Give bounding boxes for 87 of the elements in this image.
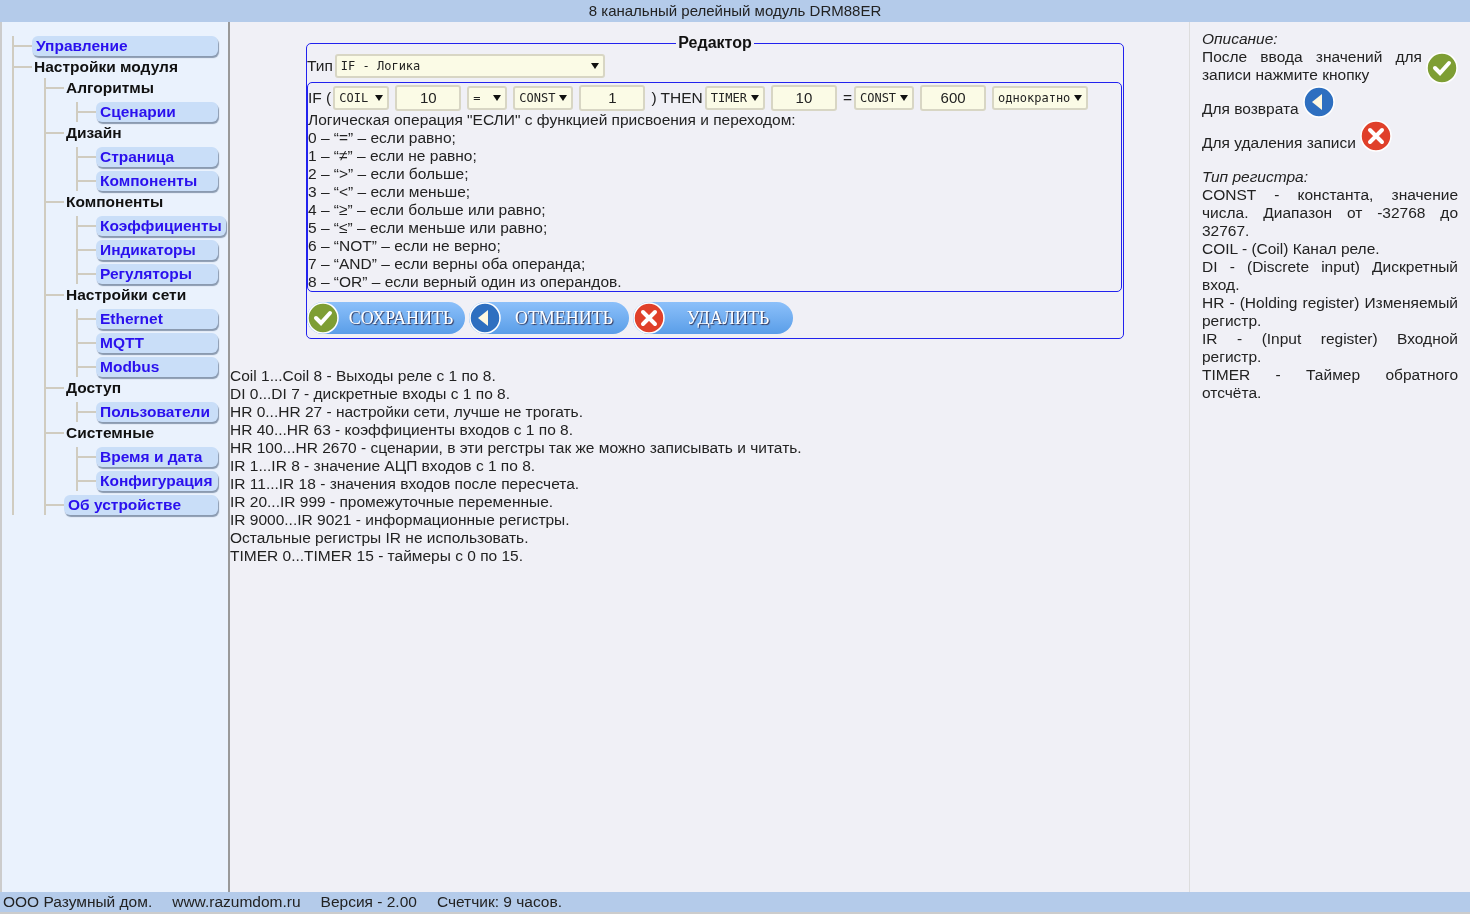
register-type-text: COIL - (Coil) Канал реле.	[1202, 240, 1381, 258]
help-line: 0 – “=” – если равно;	[308, 129, 457, 147]
status-text: Счетчик: 9 часов.	[436, 892, 562, 912]
value-input[interactable]: 10	[770, 85, 837, 111]
register-note: DI 0...DI 7 - дискретные входы с 1 по 8.	[230, 385, 512, 403]
close-circle-icon	[1359, 120, 1392, 152]
status-text: www.razumdom.ru	[172, 892, 301, 912]
caret-icon	[559, 95, 568, 101]
condition-text: ) THEN	[651, 89, 703, 107]
status-text: ООО Разумный дом.	[3, 892, 153, 912]
sidebar-link[interactable]: Об устройстве	[64, 495, 218, 515]
sidebar-link[interactable]: Регуляторы	[96, 264, 218, 284]
condition-text: =	[842, 89, 852, 107]
help-line: 4 – “≥” – если больше или равно;	[308, 201, 547, 219]
hint-text: Для возврата	[1202, 100, 1299, 118]
hint-text: Для удаления записи	[1202, 134, 1356, 152]
sidebar-link[interactable]: Конфигурация	[96, 471, 218, 491]
register-type-text: IR - (Input register) Входной регистр.	[1202, 330, 1458, 366]
condition-select[interactable]: CONST	[853, 86, 915, 110]
sidebar-link[interactable]: MQTT	[96, 333, 218, 353]
register-note: IR 9000...IR 9021 - информационные регистры.	[230, 511, 571, 529]
window-title: 8 канальный релейный модуль DRM88ER	[0, 0, 1470, 22]
editor-title: Редактор	[677, 34, 753, 52]
register-type-text: TIMER - Таймер обратного отсчёта.	[1202, 366, 1458, 402]
type-select[interactable]: IF - Логика	[334, 54, 605, 78]
register-note: IR 20...IR 999 - промежуточные переменные.	[230, 493, 555, 511]
help-line: 8 – “OR” – если верный один из операндов.	[308, 273, 623, 291]
left-arrow-circle-icon	[1302, 86, 1335, 118]
sidebar-heading: Настройки сети	[65, 285, 188, 305]
help-line: 5 – “≤” – если меньше или равно;	[308, 219, 549, 237]
help-line: 2 – “>” – если больше;	[308, 165, 470, 183]
register-type-text: HR - (Holding register) Изменяемый регистр.	[1202, 294, 1458, 330]
register-note: HR 40...HR 63 - коэффициенты входов с 1 по 8.	[230, 421, 574, 439]
condition-select[interactable]: TIMER	[704, 86, 765, 110]
sidebar-link[interactable]: Ethernet	[96, 309, 218, 329]
sidebar-link[interactable]: Сценарии	[96, 102, 218, 122]
sidebar-heading: Настройки модуля	[33, 57, 179, 77]
register-note: IR 11...IR 18 - значения входов после пересчета.	[230, 475, 581, 493]
register-note: HR 100...HR 2670 - сценарии, в эти регстры так же можно записывать и читать.	[230, 439, 803, 457]
condition-select[interactable]: COIL	[333, 86, 390, 110]
description-title: Описание:	[1202, 30, 1279, 48]
register-types-title: Тип регистра:	[1202, 168, 1309, 186]
sidebar-link[interactable]: Страница	[96, 147, 218, 167]
caret-icon	[493, 95, 502, 101]
register-type-text: DI - (Discrete input) Дискретный вход.	[1202, 258, 1458, 294]
sidebar-link[interactable]: Пользователи	[96, 402, 218, 422]
condition-select[interactable]: =	[467, 86, 508, 110]
register-note: Coil 1...Coil 8 - Выходы реле с 1 по 8.	[230, 367, 497, 385]
caret-icon	[750, 95, 759, 101]
close-circle-icon	[633, 302, 665, 334]
register-note: Остальные регистры IR не использовать.	[230, 529, 530, 547]
help-line: Логическая операция "ЕСЛИ" с функцией присвоения и переходом:	[308, 111, 797, 129]
condition-text: IF (	[308, 89, 332, 107]
register-note: IR 1...IR 8 - значение АЦП входов с 1 по 8.	[230, 457, 537, 475]
value-input[interactable]: 1	[579, 85, 646, 111]
value-input[interactable]: 10	[395, 85, 462, 111]
sidebar-link[interactable]: Modbus	[96, 357, 218, 377]
sidebar-heading: Алгоритмы	[65, 78, 156, 98]
register-note: TIMER 0...TIMER 15 - таймеры с 0 по 15.	[230, 547, 524, 565]
condition-select[interactable]: CONST	[513, 86, 574, 110]
caret-icon	[590, 63, 599, 69]
sidebar-link[interactable]: Управление	[32, 36, 218, 56]
caret-icon	[900, 95, 909, 101]
left-arrow-circle-icon	[469, 302, 501, 334]
help-line: 7 – “AND” – если верны оба операнда;	[308, 255, 587, 273]
register-type-text: CONST - константа, значение числа. Диапазон от -32768 до 32767.	[1202, 186, 1458, 240]
sidebar-heading: Дизайн	[65, 123, 123, 143]
help-line: 6 – “NOT” – если не верно;	[308, 237, 502, 255]
status-text: Версия - 2.00	[320, 892, 417, 912]
check-circle-icon	[1426, 52, 1458, 84]
register-note: HR 0...HR 27 - настройки сети, лучше не трогать.	[230, 403, 584, 421]
check-circle-icon	[307, 302, 339, 334]
type-label: Тип	[307, 57, 333, 75]
condition-select[interactable]: однократно	[992, 86, 1089, 110]
caret-icon	[375, 95, 384, 101]
sidebar-link[interactable]: Индикаторы	[96, 240, 218, 260]
hint-text: После ввода значений для записи нажмите кнопку	[1202, 48, 1422, 84]
sidebar-heading: Компоненты	[65, 192, 165, 212]
caret-icon	[1074, 95, 1083, 101]
sidebar-link[interactable]: Время и дата	[96, 447, 218, 467]
value-input[interactable]: 600	[920, 85, 987, 111]
help-line: 3 – “<” – если меньше;	[308, 183, 472, 201]
sidebar-heading: Доступ	[65, 378, 123, 398]
sidebar-link[interactable]: Коэффициенты	[96, 216, 226, 236]
help-line: 1 – “≠” – если не равно;	[308, 147, 478, 165]
sidebar-heading: Системные	[65, 423, 156, 443]
sidebar-link[interactable]: Компоненты	[96, 171, 218, 191]
